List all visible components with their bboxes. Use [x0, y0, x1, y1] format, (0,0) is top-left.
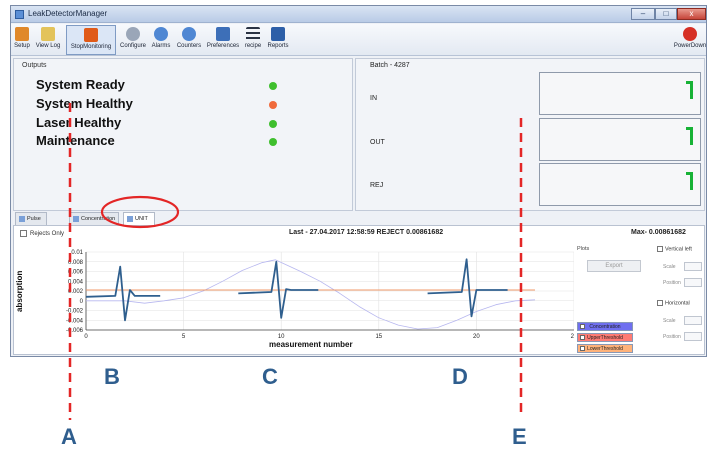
- annotation-label-b: B: [104, 364, 120, 389]
- annotation-label-c: C: [262, 364, 278, 389]
- annotation-label-a: A: [61, 424, 77, 449]
- annotation-label-d: D: [452, 364, 468, 389]
- annotation-label-e: E: [512, 424, 527, 449]
- tab-highlight-circle: [100, 195, 180, 229]
